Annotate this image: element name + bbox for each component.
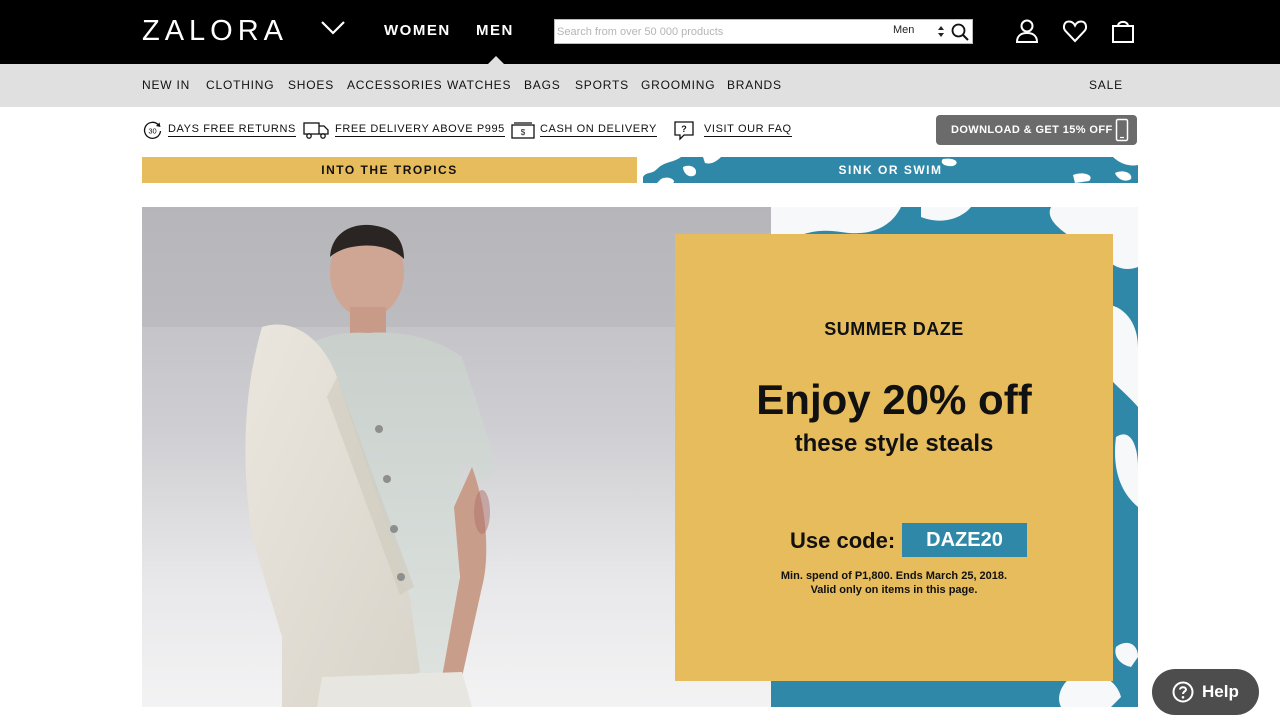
category-bags[interactable]: BAGS xyxy=(524,78,561,92)
usp-faq-label[interactable]: VISIT OUR FAQ xyxy=(704,123,792,137)
usp-cash-on-delivery-label[interactable]: CASH ON DELIVERY xyxy=(540,123,657,137)
category-nav: NEW IN CLOTHING SHOES ACCESSORIES WATCHE… xyxy=(0,64,1280,107)
help-label: Help xyxy=(1202,682,1239,701)
promo-headline: Enjoy 20% off xyxy=(756,376,1032,423)
search-input[interactable] xyxy=(557,22,877,41)
top-bar: ZALORA WOMEN MEN Men xyxy=(0,0,1280,64)
category-shoes[interactable]: SHOES xyxy=(288,78,334,92)
active-gender-caret xyxy=(488,56,504,64)
hero-banner[interactable]: SUMMER DAZE Enjoy 20% off these style st… xyxy=(142,207,1138,707)
zalora-logo[interactable]: ZALORA xyxy=(142,14,288,48)
heart-icon[interactable] xyxy=(1062,18,1088,44)
promo-code-label: Use code: xyxy=(790,528,896,553)
promo-code-badge: DAZE20 xyxy=(902,523,1027,557)
returns-badge: 30 xyxy=(148,126,156,135)
promo-subhead: these style steals xyxy=(794,430,994,457)
account-icon[interactable] xyxy=(1014,18,1040,44)
nav-men[interactable]: MEN xyxy=(476,22,514,39)
tab-sink-or-swim[interactable]: SINK OR SWIM xyxy=(643,157,1138,183)
usp-free-returns-label[interactable]: DAYS FREE RETURNS xyxy=(168,123,296,137)
svg-text:$: $ xyxy=(521,128,526,137)
nav-women[interactable]: WOMEN xyxy=(384,22,451,39)
search-scope-select[interactable]: Men xyxy=(893,24,914,36)
usp-free-returns[interactable]: 30 DAYS FREE RETURNS xyxy=(142,118,296,142)
cash-icon: $ xyxy=(511,122,535,139)
promo-fine-print-2: Valid only on items in this page. xyxy=(810,584,978,596)
download-app-button[interactable]: DOWNLOAD & GET 15% OFF xyxy=(936,115,1137,145)
help-icon xyxy=(1172,681,1194,703)
usp-faq[interactable]: ? VISIT OUR FAQ xyxy=(673,118,792,142)
shopping-bag-icon[interactable] xyxy=(1110,18,1136,44)
svg-text:?: ? xyxy=(681,124,687,134)
download-app-label: DOWNLOAD & GET 15% OFF xyxy=(951,124,1113,136)
category-accessories[interactable]: ACCESSORIES xyxy=(347,78,443,92)
truck-icon xyxy=(303,122,329,139)
usp-cash-on-delivery[interactable]: $ CASH ON DELIVERY xyxy=(511,118,657,142)
category-sports[interactable]: SPORTS xyxy=(575,78,629,92)
usp-free-delivery[interactable]: FREE DELIVERY ABOVE P995 xyxy=(303,118,505,142)
category-grooming[interactable]: GROOMING xyxy=(641,78,715,92)
usp-free-delivery-label[interactable]: FREE DELIVERY ABOVE P995 xyxy=(335,123,505,137)
promo-card[interactable]: SUMMER DAZE Enjoy 20% off these style st… xyxy=(675,234,1113,681)
phone-icon xyxy=(1115,118,1129,142)
category-brands[interactable]: BRANDS xyxy=(727,78,782,92)
search-icon[interactable] xyxy=(950,22,970,42)
help-button[interactable]: Help xyxy=(1152,669,1259,715)
tab-into-the-tropics[interactable]: INTO THE TROPICS xyxy=(142,157,637,183)
category-new-in[interactable]: NEW IN xyxy=(142,78,190,92)
promo-fine-print-1: Min. spend of P1,800. Ends March 25, 201… xyxy=(780,570,1008,582)
select-arrows-icon[interactable] xyxy=(937,24,945,39)
chevron-down-icon[interactable] xyxy=(320,18,346,38)
category-clothing[interactable]: CLOTHING xyxy=(206,78,274,92)
returns-30-icon: 30 xyxy=(143,121,162,139)
promo-eyebrow: SUMMER DAZE xyxy=(824,319,964,339)
category-sale[interactable]: SALE xyxy=(1089,78,1123,92)
search-bar: Men xyxy=(554,19,973,44)
faq-icon: ? xyxy=(674,121,694,141)
tab-sink-or-swim-label: SINK OR SWIM xyxy=(838,163,943,177)
category-watches[interactable]: WATCHES xyxy=(447,78,511,92)
